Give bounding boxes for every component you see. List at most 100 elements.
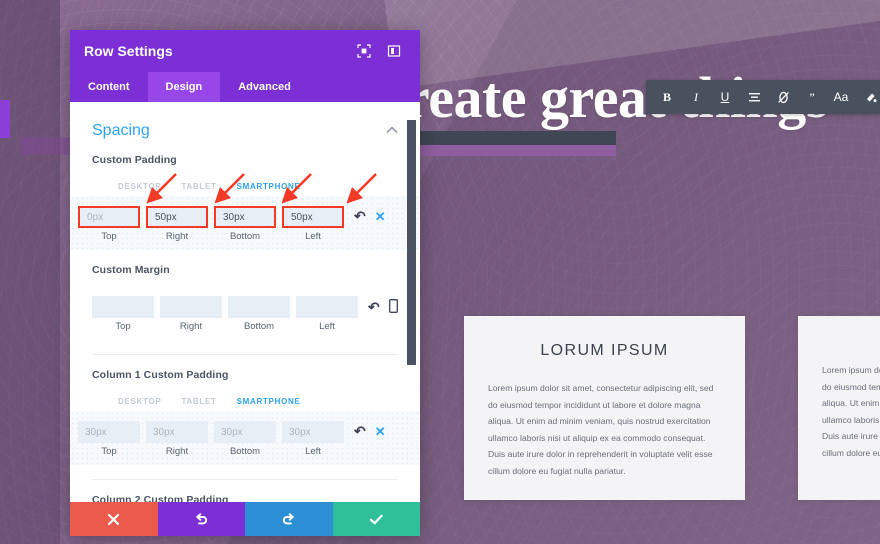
background-left-strip xyxy=(0,0,60,544)
background-accent-bar xyxy=(0,100,10,138)
scrollbar-thumb[interactable] xyxy=(407,120,416,365)
link-off-icon[interactable] xyxy=(770,84,796,110)
margin-bottom-field[interactable]: Bottom xyxy=(228,296,290,332)
clear-icon[interactable]: ✕ xyxy=(375,210,386,223)
field-caption: Right xyxy=(179,321,203,332)
hero-purple-bar xyxy=(418,145,616,156)
reset-icon[interactable]: ↶ xyxy=(354,209,366,223)
responsive-tabs[interactable]: DESKTOP TABLET SMARTPHONE xyxy=(108,391,398,411)
field-caption: Right xyxy=(165,446,189,457)
tab-content[interactable]: Content xyxy=(70,72,148,102)
field-caption: Top xyxy=(101,446,117,457)
panel-tabs[interactable]: Content Design Advanced xyxy=(70,72,420,102)
field-caption: Left xyxy=(305,231,321,242)
panel-header: Row Settings xyxy=(70,30,420,72)
align-center-icon[interactable] xyxy=(741,84,767,110)
padding-bottom-field[interactable]: Bottom xyxy=(214,206,276,242)
card-title: LORUM IPSUM xyxy=(540,342,669,359)
resp-tab-tablet[interactable]: TABLET xyxy=(171,391,226,411)
column1-row-actions[interactable]: ↶ ✕ xyxy=(354,421,386,438)
panel-body[interactable]: Spacing Custom Padding DESKTOP TABLET SM… xyxy=(70,102,420,502)
italic-icon[interactable]: I xyxy=(683,84,709,110)
column1-padding-group: Column 1 Custom Padding DESKTOP TABLET S… xyxy=(70,369,420,411)
padding-right-field[interactable]: Right xyxy=(146,206,208,242)
clear-icon[interactable]: ✕ xyxy=(375,425,386,438)
field-caption: Left xyxy=(305,446,321,457)
field-caption: Top xyxy=(101,231,117,242)
undo-button[interactable] xyxy=(157,502,245,536)
responsive-phone-icon[interactable] xyxy=(388,299,398,315)
column1-padding-left-field[interactable]: Left xyxy=(282,421,344,457)
panel-title: Row Settings xyxy=(84,43,173,59)
spacing-section-header[interactable]: Spacing xyxy=(70,102,420,154)
reset-icon[interactable]: ↶ xyxy=(354,424,366,438)
column1-padding-left-input[interactable] xyxy=(282,421,344,443)
field-label: Column 1 Custom Padding xyxy=(92,369,229,381)
margin-left-field[interactable]: Left xyxy=(296,296,358,332)
field-caption: Top xyxy=(115,321,131,332)
divider xyxy=(92,354,398,355)
resp-tab-desktop[interactable]: DESKTOP xyxy=(108,176,171,196)
padding-row-actions[interactable]: ↶ ✕ xyxy=(354,206,386,223)
bold-icon[interactable]: B xyxy=(654,84,680,110)
row-settings-panel[interactable]: Row Settings Content Design Advanced Spa… xyxy=(70,30,420,536)
highlight-icon[interactable] xyxy=(857,84,880,110)
underline-icon[interactable]: U xyxy=(712,84,738,110)
text-size-icon[interactable]: Aa xyxy=(828,84,854,110)
column1-padding-fields-row[interactable]: Top Right Bottom Left ↶ ✕ xyxy=(70,411,420,465)
text-format-toolbar[interactable]: B I U ” Aa xyxy=(646,80,880,114)
field-caption: Left xyxy=(319,321,335,332)
custom-margin-group: Custom Margin xyxy=(70,264,420,276)
resp-tab-tablet[interactable]: TABLET xyxy=(171,176,226,196)
padding-right-input[interactable] xyxy=(146,206,208,228)
focus-target-icon[interactable] xyxy=(352,39,376,63)
field-caption: Bottom xyxy=(243,321,275,332)
column1-padding-bottom-field[interactable]: Bottom xyxy=(214,421,276,457)
padding-fields-row[interactable]: Top Right Bottom Left ↶ ✕ xyxy=(70,196,420,250)
divider xyxy=(92,479,398,480)
reset-icon[interactable]: ↶ xyxy=(368,300,380,314)
content-card[interactable]: LORUM IPSUM Lorem ipsum dolor sit amet, … xyxy=(464,316,745,500)
hero-dark-bar xyxy=(418,131,616,145)
column1-padding-right-input[interactable] xyxy=(146,421,208,443)
column1-padding-bottom-input[interactable] xyxy=(214,421,276,443)
section-title: Spacing xyxy=(92,122,150,139)
padding-top-input[interactable] xyxy=(78,206,140,228)
panel-action-bar[interactable] xyxy=(70,502,420,536)
field-label: Custom Margin xyxy=(92,264,170,276)
margin-fields-row[interactable]: Top Right Bottom Left ↶ xyxy=(70,286,420,340)
field-caption: Bottom xyxy=(229,446,261,457)
padding-bottom-input[interactable] xyxy=(214,206,276,228)
blockquote-icon[interactable]: ” xyxy=(799,84,825,110)
padding-top-field[interactable]: Top xyxy=(78,206,140,242)
card-body: Lorem ipsum dolor sit amet, consectetur … xyxy=(488,383,714,476)
chevron-up-icon[interactable] xyxy=(386,125,398,137)
custom-padding-group: Custom Padding DESKTOP TABLET SMARTPHONE xyxy=(70,154,420,196)
padding-left-field[interactable]: Left xyxy=(282,206,344,242)
margin-left-input[interactable] xyxy=(296,296,358,318)
redo-button[interactable] xyxy=(245,502,333,536)
padding-left-input[interactable] xyxy=(282,206,344,228)
margin-right-input[interactable] xyxy=(160,296,222,318)
tab-advanced[interactable]: Advanced xyxy=(220,72,309,102)
resp-tab-smartphone[interactable]: SMARTPHONE xyxy=(226,391,311,411)
margin-top-input[interactable] xyxy=(92,296,154,318)
cancel-button[interactable] xyxy=(70,502,158,536)
field-label: Column 2 Custom Padding xyxy=(92,494,229,502)
field-caption: Bottom xyxy=(229,231,261,242)
content-card[interactable]: Lorem ipsum dolor sit amet, consectetur … xyxy=(798,316,880,500)
column1-padding-right-field[interactable]: Right xyxy=(146,421,208,457)
resp-tab-desktop[interactable]: DESKTOP xyxy=(108,391,171,411)
column1-padding-top-field[interactable]: Top xyxy=(78,421,140,457)
save-button[interactable] xyxy=(332,502,420,536)
margin-top-field[interactable]: Top xyxy=(92,296,154,332)
margin-right-field[interactable]: Right xyxy=(160,296,222,332)
column1-padding-top-input[interactable] xyxy=(78,421,140,443)
panel-scrollbar[interactable] xyxy=(407,102,418,502)
resp-tab-smartphone[interactable]: SMARTPHONE xyxy=(226,176,311,196)
margin-bottom-input[interactable] xyxy=(228,296,290,318)
responsive-tabs[interactable]: DESKTOP TABLET SMARTPHONE xyxy=(108,176,398,196)
split-view-icon[interactable] xyxy=(382,39,406,63)
margin-row-actions[interactable]: ↶ xyxy=(368,296,398,315)
tab-design[interactable]: Design xyxy=(147,72,221,102)
